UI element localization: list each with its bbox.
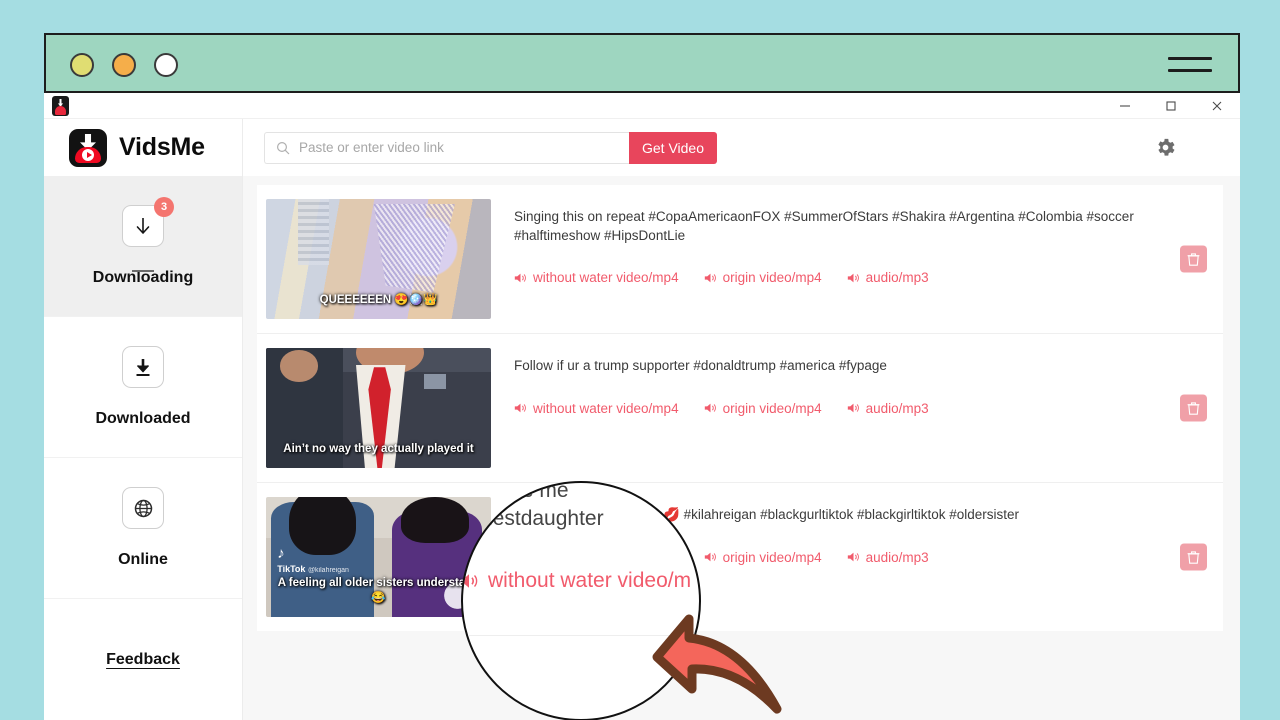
magnified-format-link[interactable]: without water video/m [463, 569, 692, 593]
minimize-button[interactable] [1102, 93, 1148, 119]
get-video-button[interactable]: Get Video [628, 131, 717, 164]
format-without-watermark[interactable]: without water video/mp4 [514, 401, 679, 416]
format-label: audio/mp3 [865, 549, 929, 565]
video-thumbnail[interactable]: Ain’t no way they actually played it [266, 348, 491, 468]
magnified-title: made me destdaughter [481, 481, 604, 531]
format-audio[interactable]: audio/mp3 [847, 401, 929, 416]
curved-arrow-cursor [652, 614, 782, 714]
speaker-icon [847, 273, 859, 283]
browser-chrome-bar [44, 33, 1240, 93]
maximize-button[interactable] [1148, 93, 1194, 119]
active-underline [132, 270, 154, 272]
video-row-body: Follow if ur a trump supporter #donaldtr… [491, 348, 1223, 468]
video-title: Singing this on repeat #CopaAmericaonFOX… [514, 209, 1134, 243]
delete-button[interactable] [1180, 543, 1207, 571]
thumbnail-caption: QUEEEEEEN 😍🪩👑 [319, 293, 438, 306]
thumbnail-caption: A feeling all older sisters understand 😂 [277, 577, 480, 604]
downloading-badge: 3 [154, 197, 174, 217]
format-links: without water video/mp4 origin [514, 401, 1223, 416]
video-list-inner: QUEEEEEEN 😍🪩👑 Singing this on repeat #Co… [257, 185, 1223, 631]
sidebar-item-label-downloaded: Downloaded [95, 410, 191, 427]
magnified-format-label: without water video/m [488, 569, 692, 592]
topbar: Get Video [243, 119, 1240, 176]
trash-icon [1187, 550, 1200, 564]
gear-icon[interactable] [1154, 136, 1177, 159]
window-dots [70, 53, 178, 77]
yellow-dot[interactable] [70, 53, 94, 77]
speaker-icon [847, 403, 859, 413]
search-icon [276, 141, 290, 154]
white-dot[interactable] [154, 53, 178, 77]
tiktok-label: TikTok [277, 563, 306, 574]
tiktok-watermark: ♪ TikTok @kilahreigan [277, 545, 349, 574]
delete-button[interactable] [1180, 245, 1207, 273]
format-without-watermark[interactable]: without water video/mp4 [514, 270, 679, 285]
vidsme-app-icon [52, 96, 69, 116]
video-thumbnail[interactable]: ♪ TikTok @kilahreigan A feeling all olde… [266, 497, 491, 617]
orange-dot[interactable] [112, 53, 136, 77]
speaker-icon [704, 403, 716, 413]
speaker-icon [704, 552, 716, 562]
format-label: origin video/mp4 [722, 400, 822, 416]
window-controls [1102, 93, 1240, 119]
video-row-body: Singing this on repeat #CopaAmericaonFOX… [491, 199, 1223, 319]
feedback-area: Feedback [44, 599, 242, 720]
sidebar-item-online[interactable]: Online [44, 458, 242, 599]
format-label: origin video/mp4 [722, 270, 822, 286]
thumbnail-caption: Ain’t no way they actually played it [283, 442, 474, 455]
format-label: without water video/mp4 [533, 400, 679, 416]
table-row: QUEEEEEEN 😍🪩👑 Singing this on repeat #Co… [257, 185, 1223, 334]
search-box[interactable] [264, 131, 629, 164]
sidebar-item-downloading[interactable]: 3 Downloading [44, 176, 242, 317]
format-audio[interactable]: audio/mp3 [847, 550, 929, 565]
video-thumbnail[interactable]: QUEEEEEEN 😍🪩👑 [266, 199, 491, 319]
format-origin-video[interactable]: origin video/mp4 [704, 550, 822, 565]
globe-icon [122, 487, 164, 529]
format-label: origin video/mp4 [722, 549, 822, 565]
vidsme-logo-icon [69, 128, 107, 167]
brand-name: VidsMe [119, 133, 205, 161]
video-title: Follow if ur a trump supporter #donaldtr… [514, 358, 887, 373]
table-row: Ain’t no way they actually played it Fol… [257, 334, 1223, 483]
sidebar: VidsMe 3 Downloading Downloaded Online F… [44, 119, 243, 720]
format-audio[interactable]: audio/mp3 [847, 270, 929, 285]
format-origin-video[interactable]: origin video/mp4 [704, 270, 822, 285]
feedback-link[interactable]: Feedback [106, 651, 180, 669]
topbar-actions [1154, 136, 1240, 159]
speaker-icon [847, 552, 859, 562]
close-button[interactable] [1194, 93, 1240, 119]
format-label: audio/mp3 [865, 400, 929, 416]
format-origin-video[interactable]: origin video/mp4 [704, 401, 822, 416]
brand: VidsMe [44, 119, 242, 176]
download-arrow-icon: 3 [122, 197, 174, 247]
search-input[interactable] [299, 140, 618, 155]
trash-icon [1187, 401, 1200, 415]
app-titlebar [44, 93, 1240, 119]
delete-button[interactable] [1180, 394, 1207, 422]
hamburger-menu-icon[interactable] [1168, 57, 1212, 73]
format-links: without water video/mp4 origin [514, 270, 1223, 285]
tiktok-handle: @kilahreigan [307, 566, 349, 574]
screenshot-root: VidsMe 3 Downloading Downloaded Online F… [0, 0, 1280, 720]
download-tray-icon [122, 346, 164, 388]
format-label: without water video/mp4 [533, 270, 679, 286]
format-label: audio/mp3 [865, 270, 929, 286]
speaker-icon [514, 403, 526, 413]
search-area: Get Video [264, 131, 717, 164]
trash-icon [1187, 252, 1200, 266]
speaker-icon [704, 273, 716, 283]
speaker-icon [463, 574, 478, 588]
speaker-icon [514, 273, 526, 283]
sidebar-item-label-online: Online [118, 551, 168, 568]
sidebar-item-downloaded[interactable]: Downloaded [44, 317, 242, 458]
hamburger-menu-icon[interactable] [1194, 142, 1218, 154]
